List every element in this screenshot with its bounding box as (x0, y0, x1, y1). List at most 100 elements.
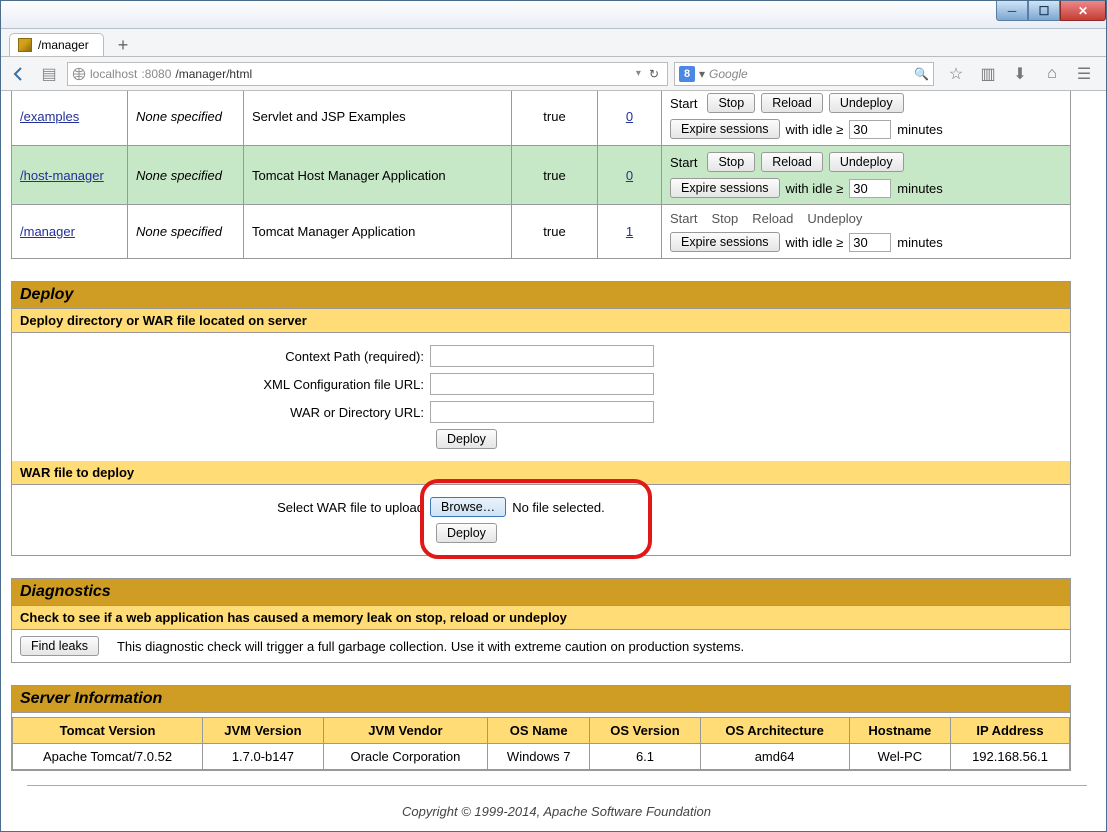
idle-unit: minutes (897, 235, 943, 250)
server-col-header: JVM Vendor (323, 718, 487, 744)
menu-button[interactable]: ☰ (1072, 62, 1096, 86)
deploy-sub2: WAR file to deploy (12, 461, 1070, 485)
xml-url-label: XML Configuration file URL: (20, 377, 430, 392)
url-port: :8080 (141, 67, 171, 81)
expire-sessions-button[interactable]: Expire sessions (670, 178, 780, 198)
cmd-stop-text: Stop (711, 211, 738, 226)
app-path-link[interactable]: /examples (20, 109, 79, 124)
diagnostics-panel: Diagnostics Check to see if a web applic… (11, 578, 1071, 663)
home-button[interactable]: ⌂ (1040, 62, 1064, 86)
war-url-label: WAR or Directory URL: (20, 405, 430, 420)
sidebar-toggle-button[interactable]: ▥ (976, 62, 1000, 86)
idle-minutes-input[interactable] (849, 179, 891, 198)
applications-table: /examplesNone specifiedServlet and JSP E… (11, 91, 1071, 259)
annotation-highlight (420, 479, 652, 559)
cmd-undeploy-text: Undeploy (807, 211, 862, 226)
server-info-header: Server Information (12, 686, 1070, 713)
server-info-panel: Server Information Tomcat VersionJVM Ver… (11, 685, 1071, 771)
war-url-input[interactable] (430, 401, 654, 423)
app-path-link[interactable]: /host-manager (20, 168, 104, 183)
readability-icon[interactable]: ▤ (37, 62, 61, 86)
deploy-panel: Deploy Deploy directory or WAR file loca… (11, 281, 1071, 556)
server-cell: amd64 (700, 744, 849, 770)
cmd-reload-button[interactable]: Reload (761, 152, 823, 172)
bookmark-button[interactable]: ☆ (944, 62, 968, 86)
idle-unit: minutes (897, 122, 943, 137)
new-tab-button[interactable]: + (112, 35, 135, 56)
cmd-stop-button[interactable]: Stop (707, 93, 755, 113)
server-cell: Wel-PC (849, 744, 950, 770)
app-running: true (512, 205, 598, 259)
app-sessions-link[interactable]: 0 (626, 168, 633, 183)
app-version: None specified (128, 205, 244, 259)
app-path-link[interactable]: /manager (20, 224, 75, 239)
server-col-header: Tomcat Version (13, 718, 203, 744)
server-col-header: Hostname (849, 718, 950, 744)
browse-button[interactable]: Browse… (430, 497, 506, 517)
footer-text: Copyright © 1999-2014, Apache Software F… (11, 804, 1102, 819)
cmd-reload-button[interactable]: Reload (761, 93, 823, 113)
idle-label: with idle ≥ (786, 181, 844, 196)
window-close-button[interactable]: ✕ (1060, 1, 1106, 21)
url-input[interactable]: localhost :8080/manager/html ▾ ↻ (67, 62, 668, 86)
expire-sessions-button[interactable]: Expire sessions (670, 232, 780, 252)
footer-divider (27, 785, 1087, 786)
table-row: /examples None specifiedServlet and JSP E… (12, 91, 1071, 146)
reload-button[interactable]: ↻ (645, 67, 663, 81)
back-button[interactable] (7, 62, 31, 86)
app-name: Servlet and JSP Examples (244, 91, 512, 146)
server-col-header: OS Architecture (700, 718, 849, 744)
cmd-undeploy-button[interactable]: Undeploy (829, 152, 904, 172)
app-sessions-link[interactable]: 1 (626, 224, 633, 239)
server-cell: 1.7.0-b147 (203, 744, 324, 770)
select-war-label: Select WAR file to upload (20, 500, 430, 515)
file-status: No file selected. (512, 500, 605, 515)
xml-url-input[interactable] (430, 373, 654, 395)
window-maximize-button[interactable]: ☐ (1028, 1, 1060, 21)
server-cell: Windows 7 (488, 744, 590, 770)
idle-minutes-input[interactable] (849, 233, 891, 252)
cmd-stop-button[interactable]: Stop (707, 152, 755, 172)
server-cell: 192.168.56.1 (951, 744, 1070, 770)
app-name: Tomcat Host Manager Application (244, 146, 512, 205)
tab-title: /manager (38, 38, 89, 52)
browser-tab-manager[interactable]: /manager (9, 33, 104, 56)
app-running: true (512, 146, 598, 205)
app-sessions-link[interactable]: 0 (626, 109, 633, 124)
app-name: Tomcat Manager Application (244, 205, 512, 259)
window-minimize-button[interactable]: ─ (996, 1, 1028, 21)
server-cell: 6.1 (590, 744, 700, 770)
server-col-header: JVM Version (203, 718, 324, 744)
server-cell: Oracle Corporation (323, 744, 487, 770)
deploy-button[interactable]: Deploy (436, 429, 497, 449)
cmd-start-text: Start (670, 96, 697, 111)
idle-label: with idle ≥ (786, 122, 844, 137)
table-row: /manager None specifiedTomcat Manager App… (12, 205, 1071, 259)
app-version: None specified (128, 91, 244, 146)
cmd-start-text: Start (670, 155, 697, 170)
url-host: localhost (90, 67, 137, 81)
search-input[interactable]: 8 ▾ Google 🔍 (674, 62, 934, 86)
expire-sessions-button[interactable]: Expire sessions (670, 119, 780, 139)
downloads-button[interactable]: ⬇ (1008, 62, 1032, 86)
search-dropdown-icon[interactable]: ▾ (699, 67, 705, 81)
table-row: Apache Tomcat/7.0.521.7.0-b147Oracle Cor… (13, 744, 1070, 770)
cmd-undeploy-button[interactable]: Undeploy (829, 93, 904, 113)
content-area[interactable]: /examplesNone specifiedServlet and JSP E… (1, 91, 1106, 831)
table-row: /host-managerNone specifiedTomcat Host M… (12, 146, 1071, 205)
idle-label: with idle ≥ (786, 235, 844, 250)
app-commands: Start Stop Reload Undeploy Expire sessions w… (662, 146, 1071, 205)
find-leaks-button[interactable]: Find leaks (20, 636, 99, 656)
deploy-war-button[interactable]: Deploy (436, 523, 497, 543)
idle-minutes-input[interactable] (849, 120, 891, 139)
favicon-icon (18, 38, 32, 52)
titlebar: ─ ☐ ✕ (1, 1, 1106, 29)
server-cell: Apache Tomcat/7.0.52 (13, 744, 203, 770)
server-col-header: OS Name (488, 718, 590, 744)
url-path: /manager/html (175, 67, 252, 81)
url-dropdown-icon[interactable]: ▾ (636, 68, 641, 79)
search-icon[interactable]: 🔍 (914, 67, 929, 81)
app-commands: Start Stop Reload Undeploy Expire sessions w… (662, 91, 1071, 146)
search-placeholder: Google (709, 67, 748, 81)
context-path-input[interactable] (430, 345, 654, 367)
